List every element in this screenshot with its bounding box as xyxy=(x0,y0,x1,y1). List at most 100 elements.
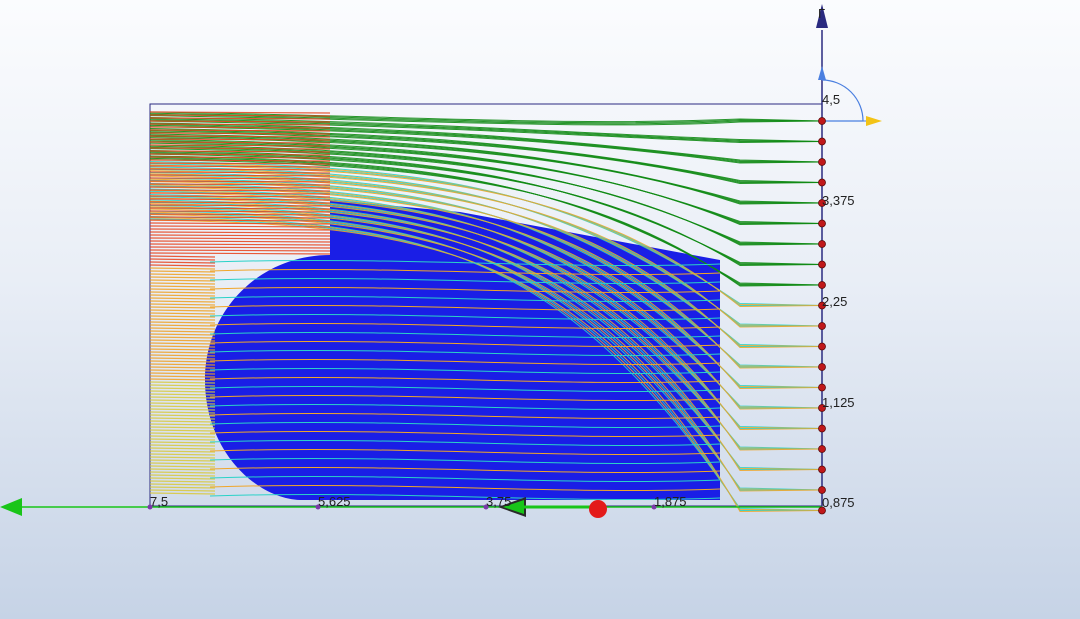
vertical-axis: Г xyxy=(816,4,882,506)
streamline xyxy=(149,357,216,360)
streamline xyxy=(149,363,216,366)
streamline xyxy=(149,351,216,354)
seed-point[interactable] xyxy=(818,424,826,433)
seed-point[interactable] xyxy=(818,117,826,125)
streamline xyxy=(149,306,216,309)
streamline xyxy=(149,312,216,315)
y-tick-label: 4,5 xyxy=(822,92,840,107)
streamline xyxy=(149,252,331,255)
streamline xyxy=(149,237,331,240)
vertical-axis-top-label: Г xyxy=(818,6,825,21)
streamline xyxy=(149,345,216,348)
seed-point[interactable] xyxy=(818,445,826,453)
streamline xyxy=(149,288,216,291)
streamline xyxy=(149,441,216,444)
streamline xyxy=(149,246,331,249)
seed-point[interactable] xyxy=(818,158,826,166)
streamline xyxy=(149,273,216,276)
streamline xyxy=(149,339,216,342)
streamline xyxy=(149,390,216,393)
seed-point[interactable] xyxy=(818,322,826,330)
streamline xyxy=(149,369,216,372)
y-tick-label: 1,125 xyxy=(822,395,855,410)
streamline xyxy=(149,126,331,129)
streamline xyxy=(149,243,331,246)
streamline xyxy=(149,228,331,231)
streamline xyxy=(149,270,216,273)
streamline xyxy=(149,402,216,405)
streamline xyxy=(149,414,216,417)
streamline xyxy=(149,417,216,420)
streamline xyxy=(149,327,216,330)
streamline xyxy=(149,429,216,432)
streamline xyxy=(149,342,216,345)
streamline xyxy=(149,159,331,162)
streamline xyxy=(149,333,216,336)
streamline xyxy=(149,393,216,396)
streamline xyxy=(149,438,216,441)
streamline xyxy=(149,423,216,426)
streamline xyxy=(149,360,216,363)
seed-point[interactable] xyxy=(818,240,826,248)
streamline xyxy=(149,426,216,429)
seed-point[interactable] xyxy=(818,465,826,474)
streamline xyxy=(149,432,216,435)
streamline xyxy=(149,447,216,450)
streamline xyxy=(149,267,216,270)
seed-point[interactable] xyxy=(818,281,826,289)
streamline xyxy=(149,435,216,438)
streamline xyxy=(149,279,216,282)
streamline xyxy=(149,285,216,288)
streamline xyxy=(149,408,216,411)
streamline xyxy=(149,336,216,339)
streamline xyxy=(149,471,216,474)
streamline xyxy=(149,324,216,327)
origin-marker-icon[interactable] xyxy=(589,500,607,518)
x-tick-label: 1,875 xyxy=(654,494,687,509)
streamline xyxy=(149,483,216,486)
y-tick-label: 2,25 xyxy=(822,294,847,309)
streamline xyxy=(149,405,216,408)
seed-point[interactable] xyxy=(818,363,826,371)
streamline xyxy=(149,261,216,264)
streamline xyxy=(149,321,216,324)
streamline xyxy=(149,456,216,459)
y-tick-label: 0,875 xyxy=(822,495,855,510)
streamline xyxy=(149,258,216,261)
streamline xyxy=(149,276,216,279)
y-tick-label: 3,375 xyxy=(822,193,855,208)
streamline xyxy=(149,249,331,252)
seed-point[interactable] xyxy=(818,342,826,351)
x-axis-arrow-icon[interactable] xyxy=(866,116,882,126)
seed-point[interactable] xyxy=(818,260,826,269)
seed-point[interactable] xyxy=(818,178,826,187)
horizontal-axis xyxy=(0,497,822,518)
streamline xyxy=(149,318,216,321)
streamline xyxy=(149,330,216,333)
3d-viewport[interactable]: 7,5 5,625 3,75 1,875 Г 4,5 3,375 2,25 1,… xyxy=(0,0,1080,619)
streamline xyxy=(149,459,216,462)
seed-point[interactable] xyxy=(818,219,826,228)
seed-point[interactable] xyxy=(818,137,826,146)
streamline xyxy=(149,486,216,489)
streamline xyxy=(149,399,216,402)
streamline xyxy=(149,255,216,258)
horizontal-axis-arrow-icon xyxy=(0,498,22,516)
streamline xyxy=(149,477,216,480)
x-tick-label: 5,625 xyxy=(318,494,351,509)
streamline xyxy=(149,231,331,234)
streamline xyxy=(149,465,216,468)
streamline xyxy=(149,480,216,483)
streamline xyxy=(149,348,216,351)
seed-point[interactable] xyxy=(818,383,826,392)
streamline xyxy=(149,468,216,471)
streamline xyxy=(149,282,216,285)
streamline xyxy=(149,366,216,369)
streamline xyxy=(149,444,216,447)
streamline xyxy=(149,411,216,414)
seed-point[interactable] xyxy=(818,486,826,494)
streamline xyxy=(149,300,216,303)
streamline xyxy=(149,315,216,318)
streamline xyxy=(149,474,216,477)
streamline xyxy=(149,462,216,465)
